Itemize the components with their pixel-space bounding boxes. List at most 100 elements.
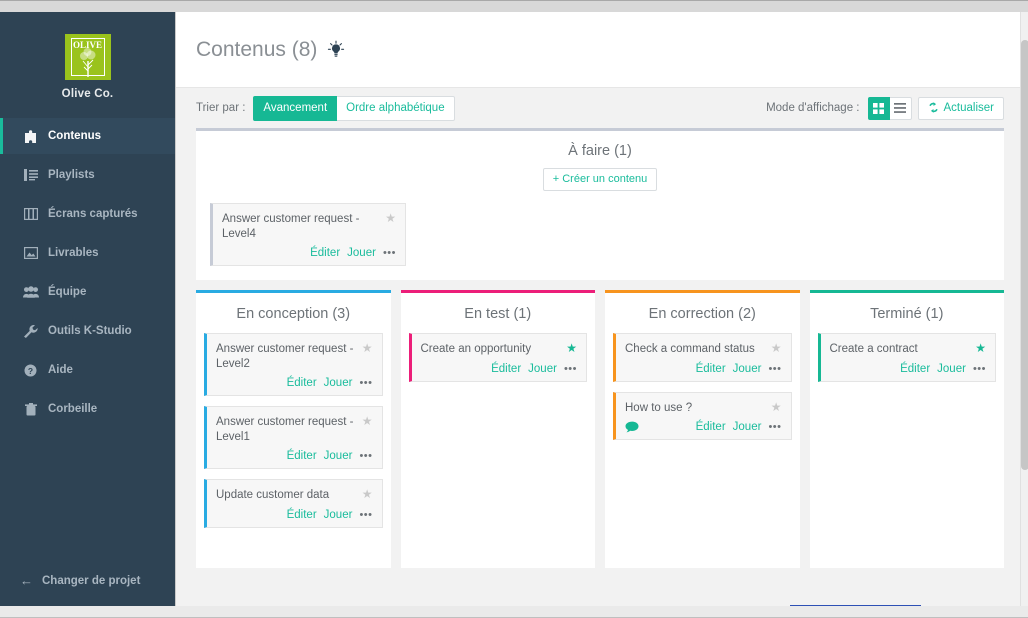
sidebar-item-contenus[interactable]: Contenus — [0, 118, 175, 154]
sidebar-item-label: Livrables — [48, 247, 99, 259]
switch-project-button[interactable]: ← Changer de projet — [0, 573, 140, 588]
card-title: Create an opportunity — [420, 343, 532, 355]
switch-project-label: Changer de projet — [42, 574, 141, 587]
column-a-faire: À faire (1) + Créer un contenu Answer cu… — [196, 128, 1004, 280]
sidebar-item-equipe[interactable]: Équipe — [0, 274, 175, 310]
card-more-menu-icon[interactable]: ••• — [564, 363, 577, 375]
display-mode-group — [867, 96, 912, 120]
browser-chrome-strip — [0, 0, 1028, 12]
main-content: Contenus (8) Trier par : Avancement Ordr… — [176, 12, 1020, 606]
card-more-menu-icon[interactable]: ••• — [359, 377, 372, 389]
content-card[interactable]: Create an opportunity ★ Éditer Jouer ••• — [408, 333, 587, 382]
favorite-star-icon[interactable]: ★ — [362, 342, 373, 355]
card-play-link[interactable]: Jouer — [324, 377, 353, 389]
content-card[interactable]: How to use ? ★ Éditer Jouer ••• — [613, 391, 792, 440]
card-title: Create a contract — [829, 343, 918, 355]
card-play-link[interactable]: Jouer — [937, 363, 966, 375]
kanban-board: À faire (1) + Créer un contenu Answer cu… — [176, 128, 1020, 568]
card-more-menu-icon[interactable]: ••• — [383, 247, 396, 259]
card-more-menu-icon[interactable]: ••• — [973, 363, 986, 375]
sidebar-item-label: Aide — [48, 364, 73, 376]
card-edit-link[interactable]: Éditer — [696, 363, 726, 375]
card-play-link[interactable]: Jouer — [324, 450, 353, 462]
card-play-link[interactable]: Jouer — [733, 421, 762, 433]
favorite-star-icon[interactable]: ★ — [771, 342, 782, 355]
sidebar-item-label: Corbeille — [48, 403, 98, 415]
content-card[interactable]: Answer customer request - Level2 ★ Édite… — [204, 333, 383, 396]
favorite-star-icon[interactable]: ★ — [566, 342, 577, 355]
column-title: En conception (3) — [236, 306, 351, 322]
card-play-link[interactable]: Jouer — [324, 509, 353, 521]
sidebar-item-livrables[interactable]: Livrables — [0, 235, 175, 271]
sidebar-item-aide[interactable]: ? Aide — [0, 352, 175, 388]
card-edit-link[interactable]: Éditer — [310, 247, 340, 259]
list-icon — [22, 168, 39, 182]
logo-wordmark: OLIVE — [72, 40, 102, 50]
card-title: Answer customer request - Level4 — [222, 213, 360, 240]
refresh-label: Actualiser — [943, 101, 995, 114]
sidebar-item-playlists[interactable]: Playlists — [0, 157, 175, 193]
card-title: How to use ? — [625, 401, 693, 414]
card-edit-link[interactable]: Éditer — [287, 450, 317, 462]
sidebar-item-label: Équipe — [48, 286, 87, 298]
favorite-star-icon[interactable]: ★ — [385, 212, 396, 225]
content-card[interactable]: Create a contract ★ Éditer Jouer ••• — [817, 333, 996, 382]
vertical-scrollbar[interactable] — [1020, 12, 1028, 606]
sort-label: Trier par : — [196, 102, 246, 114]
card-edit-link[interactable]: Éditer — [900, 363, 930, 375]
sort-button-group: Avancement Ordre alphabétique — [253, 95, 455, 121]
content-card[interactable]: Answer customer request - Level4 ★ Édite… — [210, 203, 406, 266]
page-title: Contenus (8) — [196, 37, 318, 61]
card-more-menu-icon[interactable]: ••• — [359, 509, 372, 521]
card-edit-link[interactable]: Éditer — [287, 509, 317, 521]
trash-icon — [22, 402, 39, 416]
content-card[interactable]: Answer customer request - Level1 ★ Édite… — [204, 406, 383, 469]
favorite-star-icon[interactable]: ★ — [975, 342, 986, 355]
favorite-star-icon[interactable]: ★ — [362, 488, 373, 501]
lightbulb-icon[interactable] — [327, 40, 345, 60]
card-title: Update customer data — [216, 489, 330, 501]
scrollbar-thumb[interactable] — [1021, 40, 1028, 470]
sidebar-item-label: Écrans capturés — [48, 208, 138, 220]
window-bottom-edge — [0, 606, 1028, 618]
sidebar-nav: Contenus Playlists Écrans capturés Livra… — [0, 118, 175, 427]
card-more-menu-icon[interactable]: ••• — [768, 421, 781, 433]
favorite-star-icon[interactable]: ★ — [771, 400, 782, 414]
content-card[interactable]: Update customer data ★ Éditer Jouer ••• — [204, 479, 383, 528]
column-termine: Terminé (1) Create a contract ★ Éditer J… — [809, 290, 1004, 568]
card-edit-link[interactable]: Éditer — [491, 363, 521, 375]
refresh-button[interactable]: Actualiser — [917, 96, 1004, 120]
content-card[interactable]: Check a command status ★ Éditer Jouer ••… — [613, 333, 792, 382]
card-play-link[interactable]: Jouer — [733, 363, 762, 375]
create-content-button[interactable]: + Créer un contenu — [542, 168, 658, 191]
column-header: En conception (3) — [204, 293, 383, 333]
comment-bubble-icon[interactable] — [625, 421, 639, 433]
sort-option-avancement[interactable]: Avancement — [253, 95, 338, 121]
card-edit-link[interactable]: Éditer — [287, 377, 317, 389]
card-more-menu-icon[interactable]: ••• — [359, 450, 372, 462]
sidebar-item-label: Outils K-Studio — [48, 325, 132, 337]
card-more-menu-icon[interactable]: ••• — [768, 363, 781, 375]
list-view-icon[interactable] — [889, 96, 912, 120]
status-columns: En conception (3) Answer customer reques… — [196, 290, 1004, 568]
sidebar-item-label: Contenus — [48, 130, 102, 142]
card-edit-link[interactable]: Éditer — [696, 421, 726, 433]
card-play-link[interactable]: Jouer — [347, 247, 376, 259]
sidebar-item-outils-k-studio[interactable]: Outils K-Studio — [0, 313, 175, 349]
column-title: En correction (2) — [648, 306, 756, 322]
olive-logo: OLIVE — [64, 34, 111, 80]
favorite-star-icon[interactable]: ★ — [362, 415, 373, 428]
sidebar-item-label: Playlists — [48, 169, 95, 181]
grid-view-icon[interactable] — [867, 96, 890, 120]
app-root: OLIVE Olive Co. Contenus Playlists Écran… — [0, 12, 1028, 618]
card-play-link[interactable]: Jouer — [528, 363, 557, 375]
sidebar-item-ecrans-captures[interactable]: Écrans capturés — [0, 196, 175, 232]
card-title: Answer customer request - Level2 — [216, 343, 354, 370]
column-header: En correction (2) — [613, 293, 792, 333]
column-en-correction: En correction (2) Check a command status… — [605, 290, 800, 568]
sidebar: OLIVE Olive Co. Contenus Playlists Écran… — [0, 12, 176, 606]
sort-option-ordre-alphabetique[interactable]: Ordre alphabétique — [337, 95, 455, 121]
column-title: En test (1) — [464, 306, 532, 322]
column-card-list: Answer customer request - Level4 ★ Édite… — [196, 191, 1004, 266]
sidebar-item-corbeille[interactable]: Corbeille — [0, 391, 175, 427]
